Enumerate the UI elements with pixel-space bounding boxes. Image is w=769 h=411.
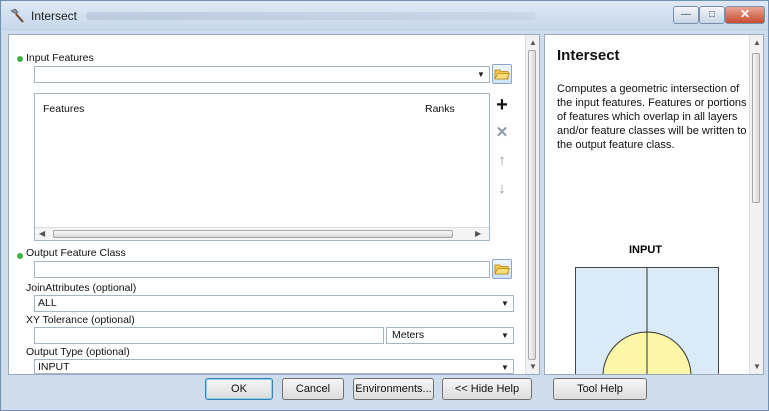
x-icon[interactable]: ✕ xyxy=(492,123,512,143)
scroll-right-icon[interactable]: ▶ xyxy=(475,229,481,238)
features-column-header: Features xyxy=(43,103,85,115)
dialog-footer: OK Cancel Environments... << Hide Help T… xyxy=(1,378,768,410)
required-indicator-icon xyxy=(17,56,23,62)
scroll-left-icon[interactable]: ◀ xyxy=(39,229,45,238)
join-attributes-value: ALL xyxy=(38,297,57,309)
chevron-down-icon[interactable]: ▼ xyxy=(474,68,488,81)
scroll-up-icon[interactable]: ▲ xyxy=(529,38,537,47)
help-scroll-thumb[interactable] xyxy=(752,53,760,203)
open-folder-icon[interactable] xyxy=(492,64,512,84)
maximize-button[interactable]: □ xyxy=(699,6,725,24)
join-attributes-select[interactable]: ALL ▼ xyxy=(34,295,514,312)
join-attributes-label: JoinAttributes (optional) xyxy=(26,282,137,294)
horizontal-scroll-thumb[interactable] xyxy=(53,230,453,238)
ranks-column-header: Ranks xyxy=(425,103,455,115)
window-title: Intersect xyxy=(31,9,78,23)
input-diagram-graphic xyxy=(576,268,718,374)
diagram-caption: INPUT xyxy=(629,244,662,256)
horizontal-scrollbar[interactable]: ◀ ▶ xyxy=(35,227,489,240)
input-diagram xyxy=(575,267,719,374)
scroll-down-icon[interactable]: ▼ xyxy=(529,362,537,371)
output-type-value: INPUT xyxy=(38,361,70,373)
tool-help-button[interactable]: Tool Help xyxy=(553,378,647,400)
required-indicator-icon xyxy=(17,253,23,259)
help-description: Computes a geometric intersection of the… xyxy=(557,83,747,151)
xy-tolerance-units-value: Meters xyxy=(392,329,425,341)
plus-icon[interactable]: + xyxy=(492,95,512,115)
help-title: Intersect xyxy=(557,47,620,64)
cancel-button[interactable]: Cancel xyxy=(282,378,344,400)
title-bar[interactable]: Intersect — □ ✕ xyxy=(1,1,768,31)
hide-help-button[interactable]: << Hide Help xyxy=(442,378,532,400)
ok-button[interactable]: OK xyxy=(205,378,273,400)
output-type-select[interactable]: INPUT ▼ xyxy=(34,359,514,374)
parameters-pane: Input Features ▼ Features Ranks ◀ ▶ + ✕ … xyxy=(8,34,540,375)
chevron-down-icon[interactable]: ▼ xyxy=(498,329,512,342)
intersect-dialog: Intersect — □ ✕ Input Features ▼ Feature… xyxy=(0,0,769,411)
parameters-scroll-thumb[interactable] xyxy=(528,50,536,360)
arrow-down-icon[interactable]: ↓ xyxy=(492,179,512,199)
open-folder-icon[interactable] xyxy=(492,259,512,279)
chevron-down-icon[interactable]: ▼ xyxy=(498,361,512,374)
xy-tolerance-units-select[interactable]: Meters ▼ xyxy=(386,327,514,344)
features-table[interactable]: Features Ranks ◀ ▶ xyxy=(34,93,490,241)
environments-button[interactable]: Environments... xyxy=(353,378,434,400)
close-button[interactable]: ✕ xyxy=(725,6,765,24)
xy-tolerance-input[interactable] xyxy=(34,327,384,344)
output-feature-class-input[interactable] xyxy=(34,261,490,278)
output-feature-class-label: Output Feature Class xyxy=(26,247,126,259)
scroll-up-icon[interactable]: ▲ xyxy=(753,38,761,47)
output-type-label: Output Type (optional) xyxy=(26,346,130,358)
input-features-combo[interactable]: ▼ xyxy=(34,66,490,83)
hammer-icon xyxy=(10,8,24,23)
title-bar-blurred-text xyxy=(86,12,536,20)
xy-tolerance-label: XY Tolerance (optional) xyxy=(26,314,135,326)
arrow-up-icon[interactable]: ↑ xyxy=(492,151,512,171)
minimize-button[interactable]: — xyxy=(673,6,699,24)
chevron-down-icon[interactable]: ▼ xyxy=(498,297,512,310)
parameters-vertical-scrollbar[interactable]: ▲ ▼ xyxy=(525,35,539,374)
help-pane: Intersect Computes a geometric intersect… xyxy=(544,34,764,375)
scroll-down-icon[interactable]: ▼ xyxy=(753,362,761,371)
input-features-label: Input Features xyxy=(26,52,94,64)
help-vertical-scrollbar[interactable]: ▲ ▼ xyxy=(749,35,763,374)
